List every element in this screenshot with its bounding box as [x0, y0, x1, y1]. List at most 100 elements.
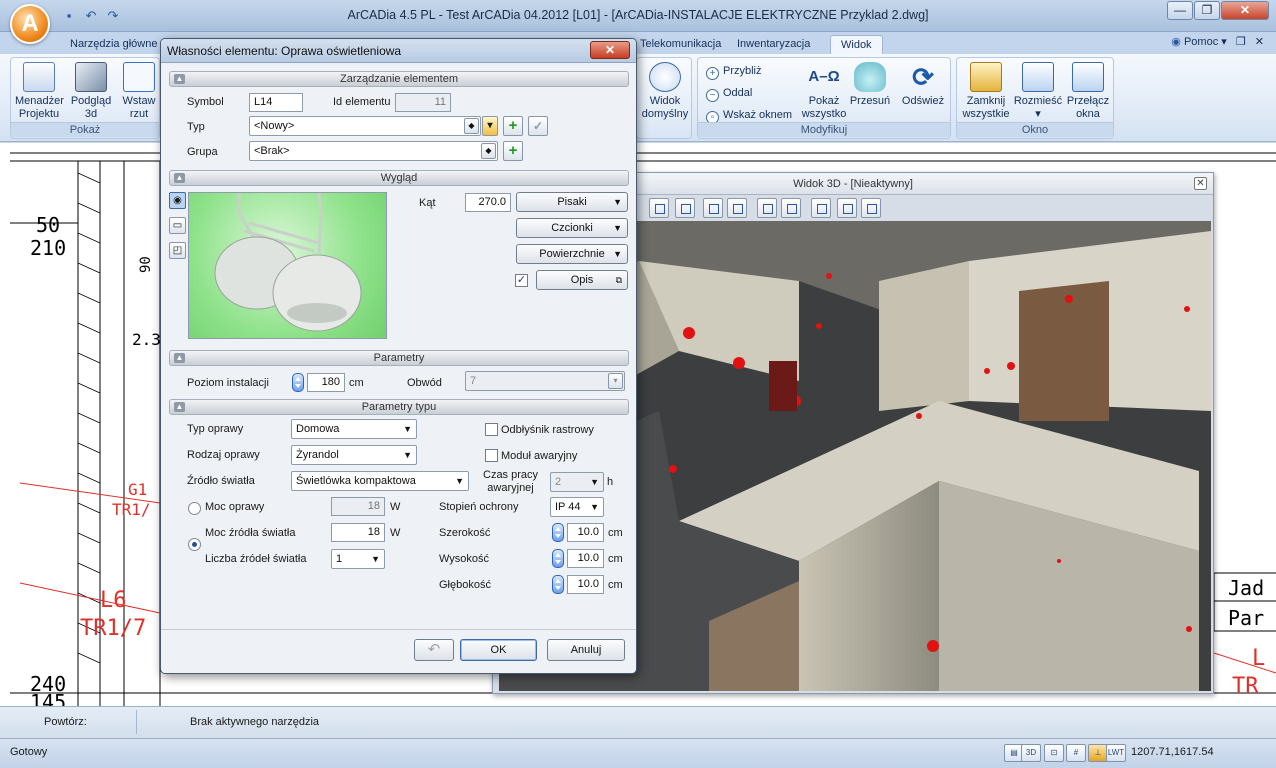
tab-2d-view-icon[interactable]: ▭ [169, 217, 186, 234]
view-3d-close-button[interactable]: ✕ [1194, 177, 1207, 190]
undo-button[interactable]: ↶ [414, 639, 454, 661]
tab-telecom[interactable]: Telekomunikacja [630, 35, 731, 54]
camera-icon[interactable] [837, 198, 857, 218]
emergency-time-select[interactable]: 2 ▼ [550, 472, 604, 492]
add-type-button[interactable]: + [503, 116, 523, 136]
orbit-icon[interactable] [757, 198, 777, 218]
surfaces-button[interactable]: Powierzchnie ▼ [516, 244, 628, 264]
ribbon-group-show: Menadżer Projektu Podgląd 3d Wstaw rzut … [10, 57, 160, 139]
dialog-close-button[interactable]: ✕ [590, 41, 630, 59]
depth-label: Głębokość [439, 579, 491, 591]
group-select[interactable]: <Brak> ◆ [249, 141, 498, 161]
view-3d-icon[interactable]: 3D [1021, 744, 1041, 762]
pens-label: Pisaki [557, 196, 587, 208]
fixture-kind-select[interactable]: Żyrandol ▼ [291, 445, 417, 465]
angle-input[interactable]: 270.0 [465, 193, 511, 212]
help-icon[interactable]: ◉ [1171, 36, 1181, 48]
section-params-header[interactable]: ▲ Parametry [169, 350, 629, 366]
description-button[interactable]: Opis ⧉ [536, 270, 628, 290]
section-look-header[interactable]: ▲ Wygląd [169, 170, 629, 186]
view-front-icon[interactable] [649, 198, 669, 218]
snap-icon[interactable]: ⊡ [1044, 744, 1064, 762]
grid-reflector-checkbox[interactable] [485, 423, 498, 436]
install-level-spinner[interactable] [292, 373, 304, 392]
width-spinner[interactable] [552, 523, 564, 542]
width-unit: cm [608, 527, 623, 539]
zoom-window-label: Wskaż oknem [723, 109, 793, 121]
tab-inventory[interactable]: Inwentaryzacja [727, 35, 820, 54]
repeat-label: Powtórz: [44, 716, 87, 728]
dim-label-50: 50 [36, 213, 60, 237]
refresh-button[interactable]: ⟳ Odśwież [898, 62, 948, 108]
project-manager-button[interactable]: Menadżer Projektu [15, 62, 64, 121]
depth-spinner[interactable] [552, 575, 564, 594]
minimize-button[interactable]: — [1167, 1, 1193, 20]
tab-view[interactable]: Widok [830, 35, 883, 54]
height-spinner[interactable] [552, 549, 564, 568]
emergency-time-dropdown-icon: ▼ [590, 477, 599, 487]
tab-box-view-icon[interactable]: ◰ [169, 242, 186, 259]
depth-input[interactable]: 10.0 [567, 575, 604, 594]
light-source-select[interactable]: Świetlówka kompaktowa ▼ [291, 471, 469, 491]
install-level-input[interactable]: 180 [307, 373, 345, 392]
zoom-out-label: Oddal [723, 87, 753, 99]
circuit-label: Obwód [407, 377, 442, 389]
render-icon[interactable] [703, 198, 723, 218]
switch-windows-button[interactable]: Przełącz okna [1063, 62, 1113, 121]
type-dropdown-icon[interactable]: ◆ [464, 118, 479, 134]
tab-home[interactable]: Narzędzia główne [60, 35, 167, 54]
close-all-button[interactable]: Zamknij wszystkie [959, 62, 1013, 121]
walls-icon[interactable] [727, 198, 747, 218]
help-button[interactable]: Pomoc [1184, 36, 1218, 48]
fixture-kind-value: Żyrandol [296, 449, 339, 461]
ortho-icon[interactable]: ⊥ [1088, 744, 1108, 762]
width-input[interactable]: 10.0 [567, 523, 604, 542]
group-dropdown-icon[interactable]: ◆ [481, 143, 496, 159]
ribbon-close-button[interactable]: ✕ [1255, 36, 1264, 48]
arrange-button[interactable]: Rozmieść ▾ [1013, 62, 1063, 121]
description-checkbox[interactable]: ✓ [515, 274, 528, 287]
accept-type-icon[interactable]: ✓ [528, 116, 548, 136]
type-select[interactable]: <Nowy> ◆ [249, 116, 481, 136]
section-type-params-header[interactable]: ▲ Parametry typu [169, 399, 629, 415]
fixture-type-value: Domowa [296, 423, 340, 435]
circuit-dropdown-icon[interactable]: ▾ [608, 373, 623, 389]
add-group-button[interactable]: + [503, 141, 523, 161]
grid-icon[interactable]: # [1066, 744, 1086, 762]
pens-button[interactable]: Pisaki ▼ [516, 192, 628, 212]
view-3d-mode-icon[interactable] [861, 198, 881, 218]
view-iso-icon[interactable] [675, 198, 695, 218]
protection-select[interactable]: IP 44 ▼ [550, 497, 604, 517]
close-button[interactable]: ✕ [1221, 1, 1269, 20]
source-count-select[interactable]: 1 ▼ [331, 549, 385, 569]
height-input[interactable]: 10.0 [567, 549, 604, 568]
lineweight-toggle[interactable]: LWT [1106, 744, 1126, 762]
zoom-all-button[interactable]: A–Ω Pokaż wszystko [798, 62, 850, 121]
section-manage-header[interactable]: ▲ Zarządzanie elementem [169, 71, 629, 87]
default-view-button[interactable]: Widok domyślny [637, 62, 693, 121]
preview-3d-button[interactable]: Podgląd 3d [69, 62, 113, 121]
pan-button[interactable]: Przesuń [848, 62, 892, 108]
circuit-select[interactable]: 7 ▾ [465, 371, 625, 391]
export-image-icon[interactable] [811, 198, 831, 218]
tab-3d-view-icon[interactable]: ◉ [169, 192, 186, 209]
source-power-radio[interactable] [188, 538, 201, 551]
restore-button[interactable]: ❐ [1194, 1, 1220, 20]
symbol-input[interactable]: L14 [249, 93, 303, 112]
ribbon-restore-button[interactable]: ❐ [1236, 36, 1246, 48]
ok-button[interactable]: OK [460, 639, 537, 661]
zoom-in-button[interactable]: + Przybliż [706, 62, 762, 80]
fonts-button[interactable]: Czcionki ▼ [516, 218, 628, 238]
emergency-module-checkbox[interactable] [485, 449, 498, 462]
walk-icon[interactable] [781, 198, 801, 218]
source-power-input[interactable]: 18 [331, 523, 385, 542]
zoom-out-button[interactable]: − Oddal [706, 84, 752, 102]
dialog-title-bar: Własności elementu: Oprawa oświetleniowa… [161, 39, 636, 63]
emergency-time-unit: h [607, 476, 614, 488]
app-logo-icon[interactable]: A [10, 4, 50, 44]
insert-plan-button[interactable]: Wstaw rzut [117, 62, 161, 121]
fixture-type-select[interactable]: Domowa ▼ [291, 419, 417, 439]
fixture-power-radio[interactable] [188, 502, 201, 515]
cancel-button[interactable]: Anuluj [547, 639, 625, 661]
type-library-icon[interactable]: ▾ [482, 116, 498, 136]
